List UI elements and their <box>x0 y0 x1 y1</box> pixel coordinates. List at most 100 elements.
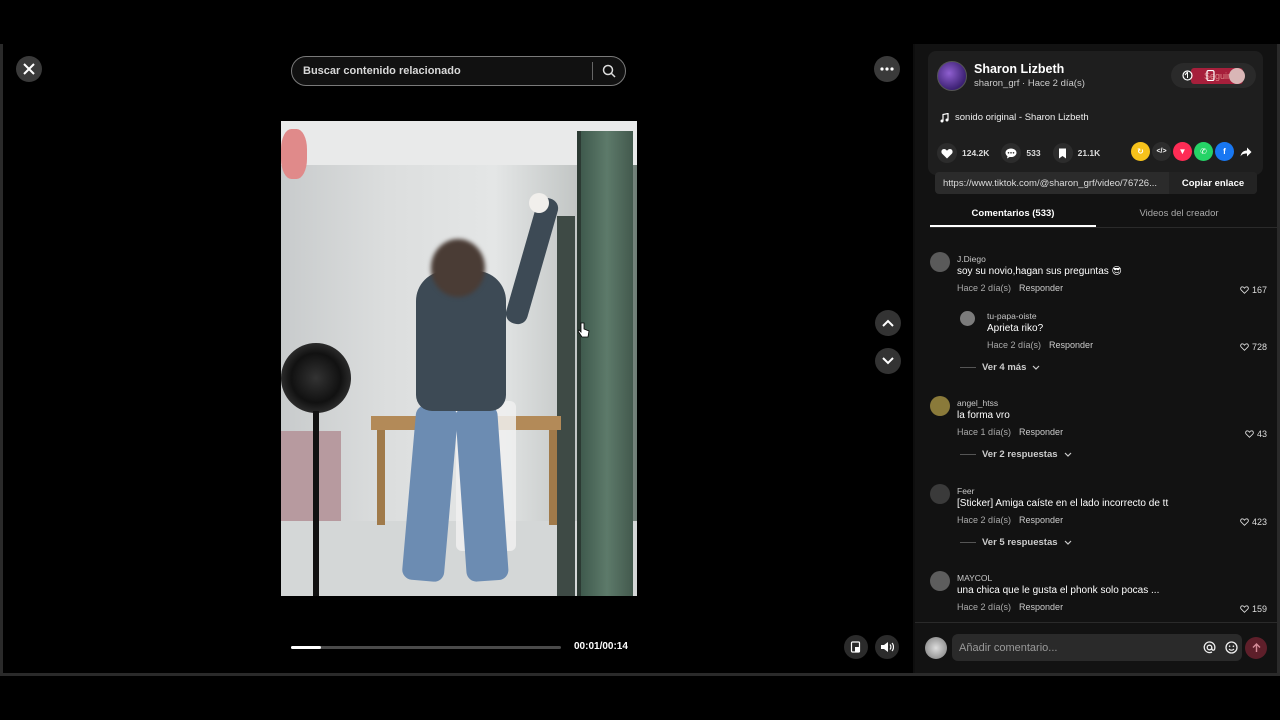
replies-divider <box>960 367 976 368</box>
comment-meta: Hace 2 día(s) Responder <box>957 283 1063 293</box>
video-scene-fan-pole <box>313 411 319 596</box>
comment-stat[interactable]: 533 <box>1001 143 1041 163</box>
reply-button[interactable]: Responder <box>1019 283 1063 293</box>
volume-button[interactable] <box>875 635 899 659</box>
comment-item: angel_htss la forma vro Hace 1 día(s) Re… <box>930 396 1275 441</box>
share-url[interactable]: https://www.tiktok.com/@sharon_grf/video… <box>935 178 1169 189</box>
heart-outline-icon <box>1240 518 1249 526</box>
comment-input[interactable] <box>952 641 1198 654</box>
close-button[interactable] <box>16 56 42 82</box>
hand-cursor-icon <box>577 322 590 343</box>
user-avatar-small[interactable] <box>1229 67 1246 84</box>
volume-icon <box>881 642 894 652</box>
chevron-up-icon <box>882 319 894 327</box>
music-icon <box>940 112 949 122</box>
comment-like-button[interactable]: 728 <box>1240 342 1267 352</box>
comment-avatar[interactable] <box>930 252 950 272</box>
comment-username[interactable]: J.Diego <box>957 254 986 264</box>
comment-like-button[interactable]: 159 <box>1240 604 1267 614</box>
whatsapp-icon[interactable]: ✆ <box>1194 142 1213 161</box>
comment-username[interactable]: MAYCOL <box>957 573 992 583</box>
more-options-button[interactable] <box>874 56 900 82</box>
facebook-icon[interactable]: f <box>1215 142 1234 161</box>
comment-like-button[interactable]: 423 <box>1240 517 1267 527</box>
engagement-stats: 124.2K 533 21.1K <box>937 143 1100 163</box>
bookmark-icon <box>1059 148 1067 158</box>
panel-tabs: Comentarios (533) Videos del creador <box>930 204 1277 228</box>
view-more-replies[interactable]: Ver 5 respuestas <box>960 537 1072 548</box>
comment-time: Hace 2 día(s) <box>987 340 1042 350</box>
comment-text: Aprieta riko? <box>987 323 1044 334</box>
creator-actions-pill: Seguir <box>1171 63 1256 88</box>
comment-time: Hace 1 día(s) <box>957 427 1012 437</box>
comment-text: [Sticker] Amiga caíste en el lado incorr… <box>957 498 1169 509</box>
send-to-friends-icon[interactable]: ▼ <box>1173 142 1192 161</box>
embed-icon[interactable]: </> <box>1152 142 1171 161</box>
tab-creator-videos[interactable]: Videos del creador <box>1096 204 1262 227</box>
phone-icon[interactable] <box>1206 70 1216 81</box>
copy-link-button[interactable]: Copiar enlace <box>1169 172 1257 194</box>
mention-button[interactable] <box>1198 641 1220 654</box>
video-scene-desk-leg <box>377 430 385 525</box>
emoji-icon <box>1224 641 1238 654</box>
save-count: 21.1K <box>1077 148 1101 158</box>
replies-divider <box>960 454 976 455</box>
comment-list: J.Diego soy su novio,hagan sus preguntas… <box>915 244 1277 622</box>
chevron-down-icon <box>1064 452 1071 457</box>
comment-username[interactable]: Feer <box>957 486 974 496</box>
video-progress-fill <box>291 646 321 649</box>
floating-player-button[interactable] <box>844 635 868 659</box>
music-row[interactable]: sonido original - Sharon Lizbeth <box>940 112 1089 123</box>
search-input[interactable] <box>292 65 592 77</box>
comment-like-count: 167 <box>1251 285 1267 295</box>
search-bar[interactable] <box>291 56 626 86</box>
view-more-replies[interactable]: Ver 4 más <box>960 362 1040 373</box>
tab-comments[interactable]: Comentarios (533) <box>930 204 1096 227</box>
comment-text: soy su novio,hagan sus preguntas 😎 <box>957 266 1122 277</box>
save-stat[interactable]: 21.1K <box>1052 143 1101 163</box>
video-player[interactable] <box>281 121 637 596</box>
comment-username[interactable]: tu-papa-oiste <box>987 311 1037 321</box>
search-icon <box>602 64 616 78</box>
reply-button[interactable]: Responder <box>1049 340 1093 350</box>
comment-like-count: 43 <box>1256 429 1267 439</box>
like-stat[interactable]: 124.2K <box>937 143 989 163</box>
send-comment-button[interactable] <box>1245 637 1267 659</box>
reply-item: tu-papa-oiste Aprieta riko? Hace 2 día(s… <box>960 309 1275 354</box>
reply-button[interactable]: Responder <box>1019 427 1063 437</box>
comment-username[interactable]: angel_htss <box>957 398 998 408</box>
search-button[interactable] <box>593 57 625 85</box>
previous-video-button[interactable] <box>875 310 901 336</box>
view-more-replies[interactable]: Ver 2 respuestas <box>960 449 1072 460</box>
comment-avatar[interactable] <box>930 571 950 591</box>
reply-button[interactable]: Responder <box>1019 602 1063 612</box>
picture-in-picture-icon <box>850 641 861 653</box>
reply-button[interactable]: Responder <box>1019 515 1063 525</box>
creator-name[interactable]: Sharon Lizbeth <box>974 62 1064 76</box>
comment-like-button[interactable]: 43 <box>1245 429 1267 439</box>
video-time: 00:01/00:14 <box>574 641 628 652</box>
video-scene-bed <box>281 431 341 521</box>
next-video-button[interactable] <box>875 348 901 374</box>
comment-item: MAYCOL una chica que le gusta el phonk s… <box>930 571 1275 616</box>
video-person-hand <box>529 193 549 213</box>
comment-avatar[interactable] <box>960 311 975 326</box>
share-more-icon[interactable] <box>1236 142 1255 161</box>
share-options: ↻ </> ▼ ✆ f <box>1131 142 1255 161</box>
my-avatar <box>925 637 947 659</box>
creator-avatar[interactable] <box>937 61 967 91</box>
repost-icon[interactable]: ↻ <box>1131 142 1150 161</box>
video-progress-bar[interactable] <box>291 646 561 649</box>
comment-text: la forma vro <box>957 410 1010 421</box>
comment-text: una chica que le gusta el phonk solo poc… <box>957 585 1160 596</box>
comment-time: Hace 2 día(s) <box>957 515 1012 525</box>
comment-like-button[interactable]: 167 <box>1240 285 1267 295</box>
comment-avatar[interactable] <box>930 484 950 504</box>
details-panel: Sharon Lizbeth sharon_grf · Hace 2 día(s… <box>915 44 1277 673</box>
heart-icon <box>941 148 953 158</box>
emoji-button[interactable] <box>1220 641 1242 654</box>
comment-input-box <box>952 634 1242 661</box>
comment-icon <box>1005 148 1017 158</box>
comment-avatar[interactable] <box>930 396 950 416</box>
chevron-down-icon <box>1032 365 1040 370</box>
